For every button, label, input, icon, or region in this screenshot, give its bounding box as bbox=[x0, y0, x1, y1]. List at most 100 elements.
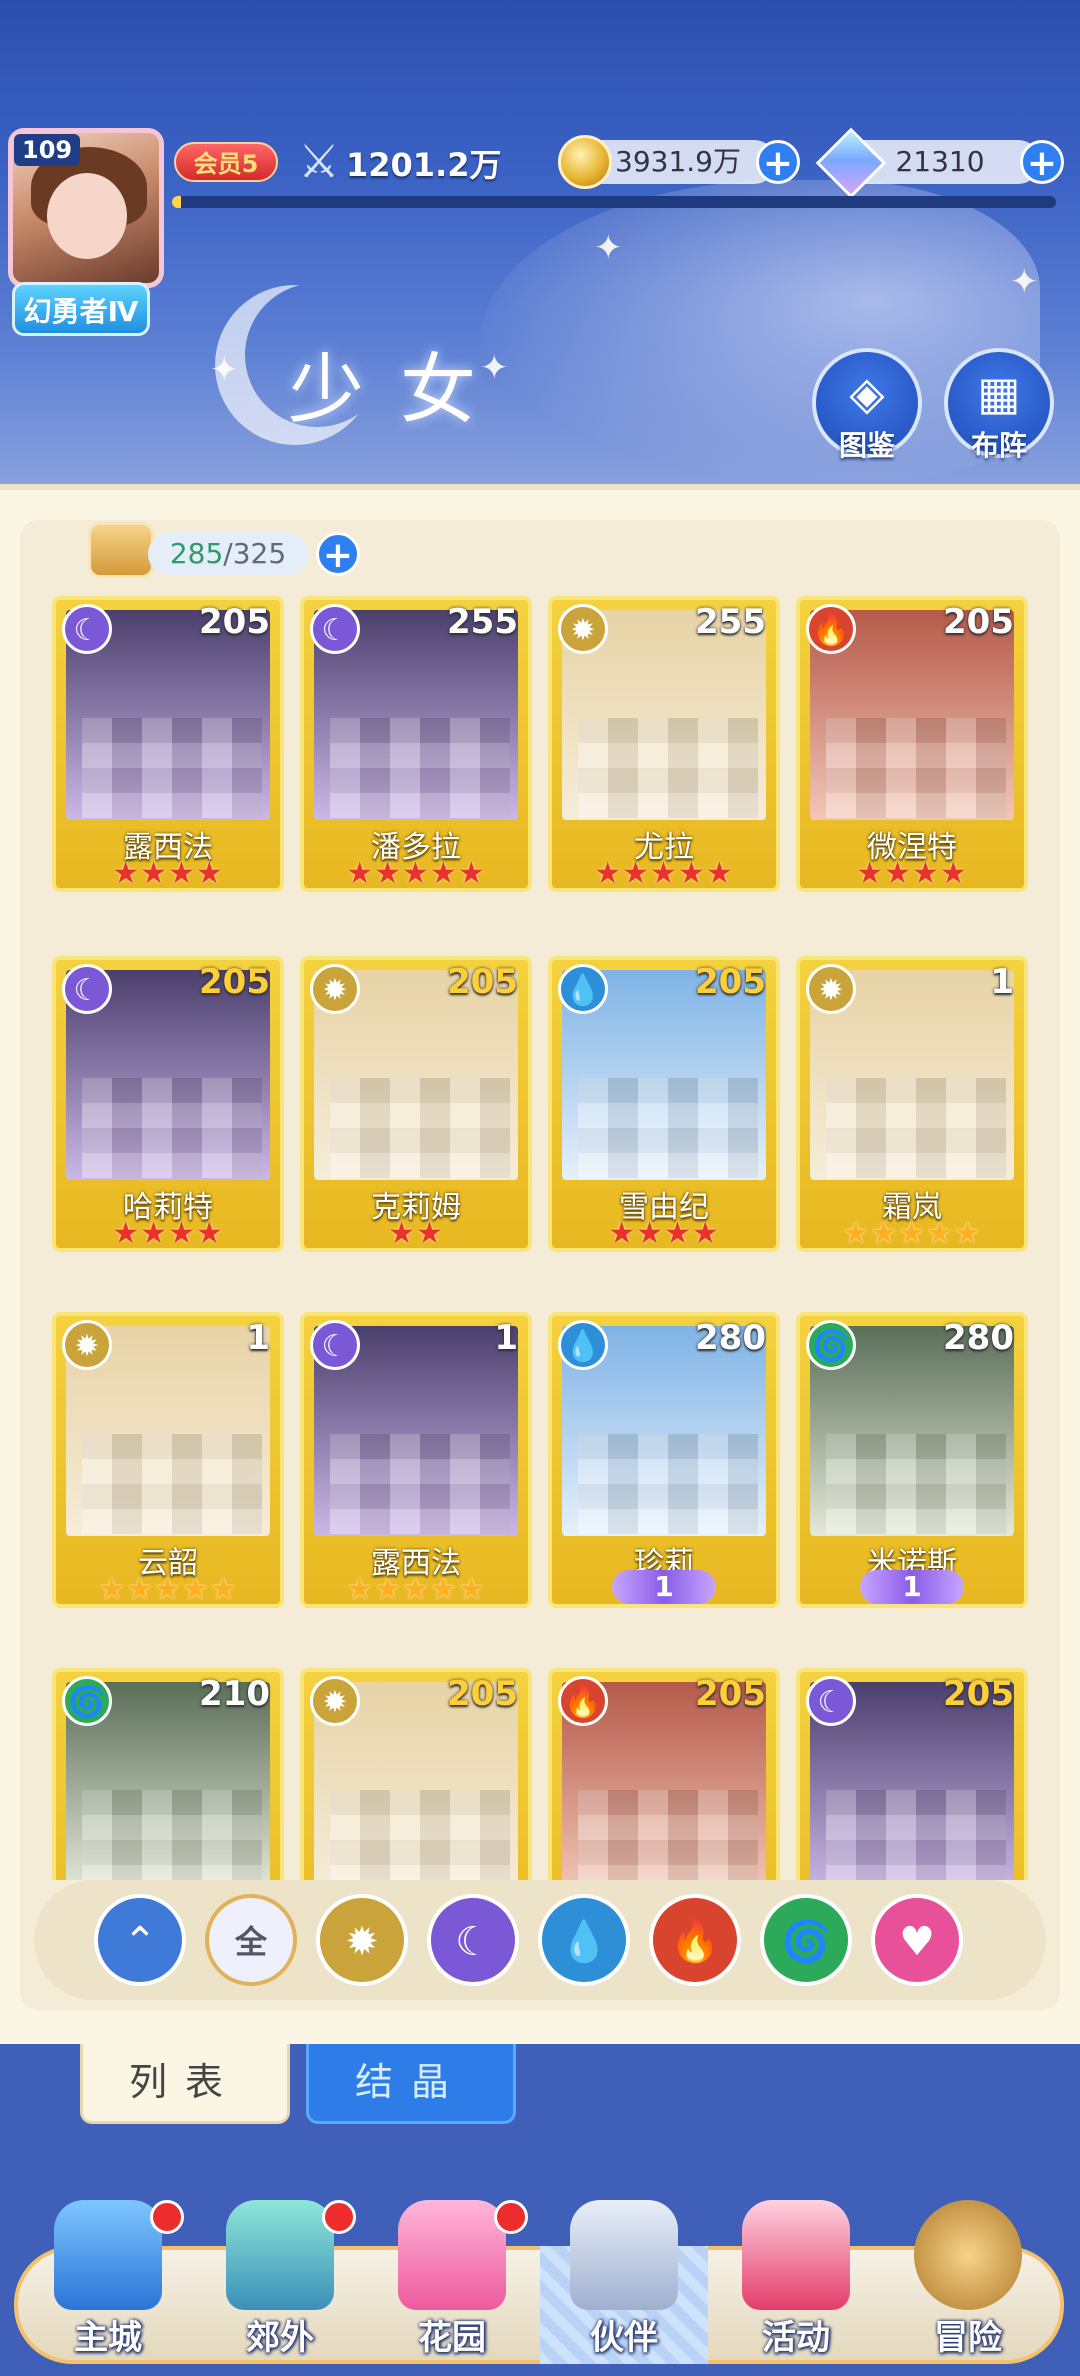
add-gem-button[interactable]: + bbox=[1020, 140, 1064, 184]
nav-garden[interactable]: 花园 bbox=[372, 2200, 532, 2370]
book-icon: ◈ bbox=[849, 366, 885, 420]
character-card[interactable]: ✹ 205 bbox=[300, 1668, 532, 1880]
sun-element-icon[interactable]: ✹ bbox=[316, 1894, 408, 1986]
sort-icon[interactable]: ⌃ bbox=[94, 1894, 186, 1986]
nav-label: 冒险 bbox=[934, 2318, 1002, 2358]
garden-icon bbox=[398, 2200, 506, 2310]
expand-capacity-button[interactable]: + bbox=[316, 532, 360, 576]
character-grid: ☾ 205 露西法 ★★★★ ☾ 255 潘多拉 ★★★★★ ✹ 255 尤拉 ★★★★★ 🔥 205 微涅… bbox=[52, 596, 1028, 1880]
moon-element-icon[interactable]: ☾ bbox=[427, 1894, 519, 1986]
fire-element-icon: 🔥 bbox=[806, 604, 856, 654]
nav-events[interactable]: 活动 bbox=[716, 2200, 876, 2370]
censor-mosaic bbox=[826, 1078, 1006, 1178]
notification-dot bbox=[150, 2200, 184, 2234]
wind-element-icon[interactable]: 🌀 bbox=[760, 1894, 852, 1986]
capacity-counter: 285/325 bbox=[148, 532, 308, 576]
character-card[interactable]: ✹ 205 克莉姆 ★★ bbox=[300, 956, 532, 1252]
roster-capacity: 285/325 + bbox=[88, 518, 360, 584]
combat-power: 1201.2万 bbox=[346, 146, 502, 184]
heart-element-icon[interactable]: ♥ bbox=[871, 1894, 963, 1986]
sparkle-icon: ✦ bbox=[594, 228, 623, 268]
notification-dot bbox=[494, 2200, 528, 2234]
character-card[interactable]: ☾ 205 bbox=[796, 1668, 1028, 1880]
gold-coin-icon bbox=[558, 135, 612, 189]
bag-icon bbox=[88, 522, 154, 578]
character-level: 1 bbox=[494, 1318, 518, 1358]
censor-mosaic bbox=[578, 1078, 758, 1178]
fire-element-icon[interactable]: 🔥 bbox=[649, 1894, 741, 1986]
notification-dot bbox=[322, 2200, 356, 2234]
character-card[interactable]: 💧 205 雪由纪 ★★★★ bbox=[548, 956, 780, 1252]
star-rating: ★★★★★ bbox=[594, 856, 734, 891]
nav-label: 伙伴 bbox=[590, 2318, 658, 2358]
codex-label: 图鉴 bbox=[838, 429, 895, 462]
sparkle-icon: ✦ bbox=[210, 350, 239, 390]
capacity-current: 285 bbox=[169, 537, 224, 570]
character-level: 255 bbox=[447, 602, 518, 642]
codex-button[interactable]: ◈ 图鉴 bbox=[812, 348, 922, 462]
star-rating: ★★★★ bbox=[112, 856, 224, 891]
sun-element-icon: ✹ bbox=[62, 1320, 112, 1370]
censor-mosaic bbox=[826, 718, 1006, 818]
tab-list[interactable]: 列表 bbox=[80, 2044, 290, 2124]
page-title: 少女 bbox=[288, 345, 512, 434]
character-card[interactable]: 🌀 210 bbox=[52, 1668, 284, 1880]
censor-mosaic bbox=[578, 718, 758, 818]
water-element-icon: 💧 bbox=[558, 964, 608, 1014]
character-level: 205 bbox=[943, 1674, 1014, 1714]
filter-all-button[interactable]: 全 bbox=[205, 1894, 297, 1986]
character-level: 205 bbox=[447, 962, 518, 1002]
sparkle-icon: ✦ bbox=[1010, 262, 1039, 302]
character-level: 255 bbox=[695, 602, 766, 642]
character-card[interactable]: 🔥 205 bbox=[548, 1668, 780, 1880]
sword-power-icon: ⚔ bbox=[298, 134, 340, 188]
star-rating: ★★★★★ bbox=[346, 856, 486, 891]
tab-crystal[interactable]: 结晶 bbox=[306, 2044, 516, 2124]
suburbs-icon bbox=[226, 2200, 334, 2310]
censor-mosaic bbox=[826, 1790, 1006, 1880]
nav-main-city[interactable]: 主城 bbox=[28, 2200, 188, 2370]
star-element-icon: ☾ bbox=[310, 1320, 360, 1370]
wind-element-icon: 🌀 bbox=[62, 1676, 112, 1726]
character-card[interactable]: ☾ 1 露西法 ★★★★★ bbox=[300, 1312, 532, 1608]
add-gold-button[interactable]: + bbox=[756, 140, 800, 184]
censor-mosaic bbox=[330, 1434, 510, 1534]
formation-button[interactable]: ▦ 布阵 bbox=[944, 348, 1054, 462]
capacity-max: 325 bbox=[232, 537, 287, 570]
character-card[interactable]: ✹ 1 云韶 ★★★★★ bbox=[52, 1312, 284, 1608]
star-rating: ★★★★★ bbox=[346, 1572, 486, 1607]
vip-badge[interactable]: 会员5 bbox=[174, 142, 278, 182]
nav-suburbs[interactable]: 郊外 bbox=[200, 2200, 360, 2370]
character-card[interactable]: ☾ 205 哈莉特 ★★★★ bbox=[52, 956, 284, 1252]
nav-partners[interactable]: 伙伴 bbox=[540, 2200, 708, 2370]
player-level: 109 bbox=[14, 134, 81, 166]
censor-mosaic bbox=[578, 1434, 758, 1534]
character-level: 205 bbox=[943, 602, 1014, 642]
character-card[interactable]: ✹ 255 尤拉 ★★★★★ bbox=[548, 596, 780, 892]
character-level: 205 bbox=[199, 962, 270, 1002]
censor-mosaic bbox=[578, 1790, 758, 1880]
sun-element-icon: ✹ bbox=[806, 964, 856, 1014]
nav-adventure[interactable]: 冒险 bbox=[888, 2200, 1048, 2370]
experience-bar bbox=[172, 196, 1056, 208]
star-rating: ★★★★★ bbox=[842, 1216, 982, 1251]
character-card[interactable]: 🔥 205 微涅特 ★★★★ bbox=[796, 596, 1028, 892]
star-rating: ★★★★★ bbox=[98, 1572, 238, 1607]
star-rating: ★★★★ bbox=[856, 856, 968, 891]
character-level: 1 bbox=[246, 1318, 270, 1358]
events-icon bbox=[742, 2200, 850, 2310]
character-card[interactable]: 🌀 280 米诺斯 1 bbox=[796, 1312, 1028, 1608]
water-element-icon[interactable]: 💧 bbox=[538, 1894, 630, 1986]
player-title-badge[interactable]: 幻勇者Ⅳ bbox=[12, 282, 150, 336]
main-city-icon bbox=[54, 2200, 162, 2310]
star-element-icon: ☾ bbox=[310, 604, 360, 654]
censor-mosaic bbox=[826, 1434, 1006, 1534]
character-card[interactable]: ☾ 255 潘多拉 ★★★★★ bbox=[300, 596, 532, 892]
character-card[interactable]: ✹ 1 霜岚 ★★★★★ bbox=[796, 956, 1028, 1252]
star-element-icon: ☾ bbox=[806, 1676, 856, 1726]
character-card[interactable]: 💧 280 珍莉 1 bbox=[548, 1312, 780, 1608]
character-level: 210 bbox=[199, 1674, 270, 1714]
capacity-separator: / bbox=[223, 537, 233, 570]
character-card[interactable]: ☾ 205 露西法 ★★★★ bbox=[52, 596, 284, 892]
character-level: 205 bbox=[695, 1674, 766, 1714]
